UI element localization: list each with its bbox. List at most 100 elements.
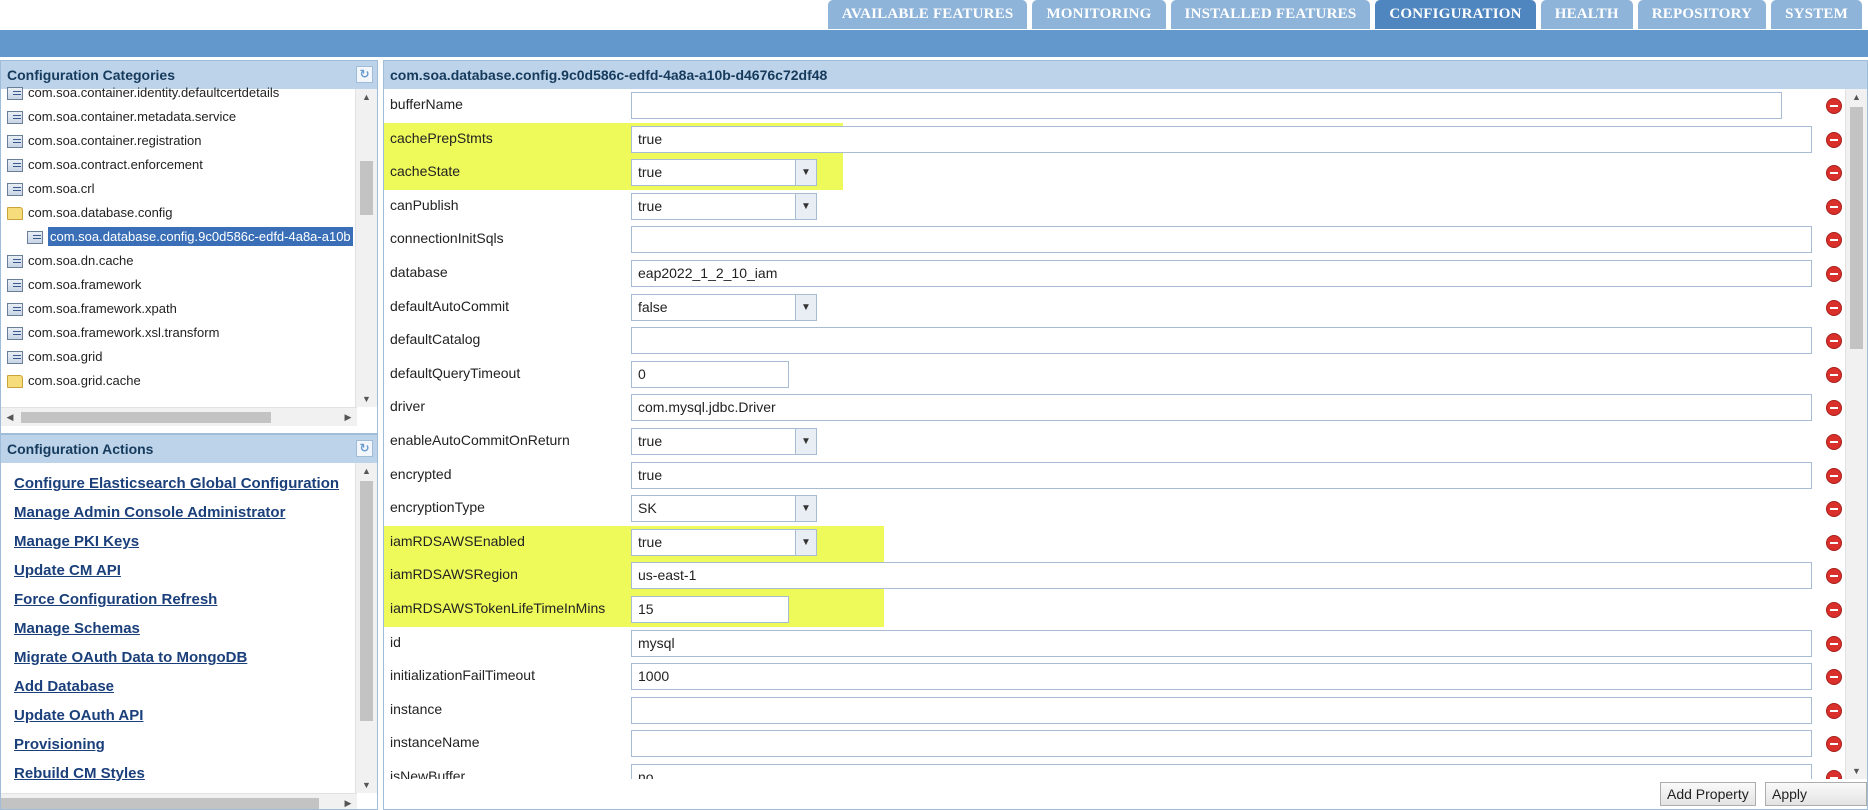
delete-property-icon[interactable] <box>1826 703 1842 719</box>
tree-item[interactable]: com.soa.database.config <box>1 201 357 225</box>
tree-item[interactable]: com.soa.container.identity.defaultcertde… <box>1 81 357 105</box>
action-link[interactable]: Update CM API <box>1 556 357 585</box>
delete-property-icon[interactable] <box>1826 98 1842 114</box>
actions-horizontal-scrollbar[interactable]: ◀ ▶ <box>1 793 357 809</box>
tree-item[interactable]: com.soa.database.config.9c0d586c-edfd-4a… <box>1 225 357 249</box>
scrollbar-thumb[interactable] <box>360 161 373 215</box>
delete-property-icon[interactable] <box>1826 300 1842 316</box>
action-link[interactable]: Provisioning <box>1 730 357 759</box>
chevron-down-icon[interactable]: ▼ <box>795 496 816 521</box>
property-input[interactable]: com.mysql.jdbc.Driver <box>631 394 1812 421</box>
properties-vertical-scrollbar[interactable]: ▲ ▼ <box>1845 89 1867 779</box>
delete-property-icon[interactable] <box>1826 669 1842 685</box>
action-link[interactable]: Configure Elasticsearch Global Configura… <box>1 469 357 498</box>
delete-property-icon[interactable] <box>1826 165 1842 181</box>
add-property-button[interactable]: Add Property <box>1660 782 1756 806</box>
scroll-right-arrow-icon[interactable]: ▶ <box>339 794 357 809</box>
tab-configuration[interactable]: CONFIGURATION <box>1375 0 1536 29</box>
scroll-right-arrow-icon[interactable]: ▶ <box>339 408 357 426</box>
tree-item[interactable]: com.soa.framework <box>1 273 357 297</box>
tree-item[interactable]: com.soa.http.client.connection.manager <box>1 393 357 399</box>
property-input[interactable] <box>631 226 1812 253</box>
property-input[interactable]: 15 <box>631 596 789 623</box>
delete-property-icon[interactable] <box>1826 770 1842 779</box>
property-input[interactable] <box>631 730 1812 757</box>
property-select[interactable]: true ▼ <box>631 529 817 556</box>
delete-property-icon[interactable] <box>1826 568 1842 584</box>
property-select[interactable]: SK ▼ <box>631 495 817 522</box>
tree-item[interactable]: com.soa.crl <box>1 177 357 201</box>
tree-item[interactable]: com.soa.container.registration <box>1 129 357 153</box>
delete-property-icon[interactable] <box>1826 501 1842 517</box>
property-input[interactable]: us-east-1 <box>631 562 1812 589</box>
delete-property-icon[interactable] <box>1826 132 1842 148</box>
delete-property-icon[interactable] <box>1826 199 1842 215</box>
action-link[interactable]: Add Database <box>1 672 357 701</box>
delete-property-icon[interactable] <box>1826 367 1842 383</box>
property-input[interactable]: true <box>631 126 1812 153</box>
tab-available-features[interactable]: AVAILABLE FEATURES <box>827 0 1028 29</box>
scrollbar-thumb[interactable] <box>1850 107 1863 349</box>
tab-system[interactable]: SYSTEM <box>1771 0 1862 29</box>
property-input[interactable]: 1000 <box>631 663 1812 690</box>
delete-property-icon[interactable] <box>1826 535 1842 551</box>
categories-vertical-scrollbar[interactable]: ▲ ▼ <box>355 89 377 407</box>
delete-property-icon[interactable] <box>1826 266 1842 282</box>
scroll-up-arrow-icon[interactable]: ▲ <box>1846 89 1867 105</box>
delete-property-icon[interactable] <box>1826 602 1842 618</box>
chevron-down-icon[interactable]: ▼ <box>795 530 816 555</box>
action-link[interactable]: Manage PKI Keys <box>1 527 357 556</box>
categories-horizontal-scrollbar[interactable]: ◀ ▶ <box>1 407 357 426</box>
delete-property-icon[interactable] <box>1826 232 1842 248</box>
property-input[interactable]: 0 <box>631 361 789 388</box>
property-input[interactable]: eap2022_1_2_10_iam <box>631 260 1812 287</box>
action-link[interactable]: Update OAuth API <box>1 701 357 730</box>
property-select[interactable]: true ▼ <box>631 193 817 220</box>
delete-property-icon[interactable] <box>1826 636 1842 652</box>
actions-vertical-scrollbar[interactable]: ▲ ▼ <box>355 463 377 793</box>
action-link[interactable]: Migrate OAuth Data to MongoDB <box>1 643 357 672</box>
action-link[interactable]: Manage Admin Console Administrator <box>1 498 357 527</box>
property-input[interactable] <box>631 327 1812 354</box>
scrollbar-thumb[interactable] <box>360 481 373 721</box>
chevron-down-icon[interactable]: ▼ <box>795 429 816 454</box>
scroll-down-arrow-icon[interactable]: ▼ <box>356 777 377 793</box>
scrollbar-thumb[interactable] <box>1 798 319 809</box>
delete-property-icon[interactable] <box>1826 434 1842 450</box>
property-input[interactable]: mysql <box>631 630 1812 657</box>
tab-monitoring[interactable]: MONITORING <box>1032 0 1166 29</box>
property-input[interactable]: no <box>631 764 1812 779</box>
property-select[interactable]: true ▼ <box>631 159 817 186</box>
delete-property-icon[interactable] <box>1826 333 1842 349</box>
scroll-left-arrow-icon[interactable]: ◀ <box>1 408 19 426</box>
apply-changes-button[interactable]: Apply Changes <box>1765 782 1867 809</box>
chevron-down-icon[interactable]: ▼ <box>795 295 816 320</box>
scroll-up-arrow-icon[interactable]: ▲ <box>356 89 377 105</box>
scroll-up-arrow-icon[interactable]: ▲ <box>356 463 377 479</box>
scrollbar-thumb[interactable] <box>21 412 271 423</box>
categories-refresh-icon[interactable]: ↻ <box>356 66 373 83</box>
scroll-down-arrow-icon[interactable]: ▼ <box>1846 763 1867 779</box>
delete-property-icon[interactable] <box>1826 468 1842 484</box>
tree-item[interactable]: com.soa.framework.xpath <box>1 297 357 321</box>
chevron-down-icon[interactable]: ▼ <box>795 194 816 219</box>
tree-item[interactable]: com.soa.grid <box>1 345 357 369</box>
tree-item[interactable]: com.soa.grid.cache <box>1 369 357 393</box>
action-link[interactable]: Force Configuration Refresh <box>1 585 357 614</box>
action-link[interactable]: Rebuild CM Styles <box>1 759 357 788</box>
property-input[interactable] <box>631 697 1812 724</box>
actions-refresh-icon[interactable]: ↻ <box>356 440 373 457</box>
delete-property-icon[interactable] <box>1826 736 1842 752</box>
tree-item[interactable]: com.soa.contract.enforcement <box>1 153 357 177</box>
tab-repository[interactable]: REPOSITORY <box>1637 0 1767 29</box>
tree-item[interactable]: com.soa.framework.xsl.transform <box>1 321 357 345</box>
chevron-down-icon[interactable]: ▼ <box>795 160 816 185</box>
tree-item[interactable]: com.soa.dn.cache <box>1 249 357 273</box>
tab-health[interactable]: HEALTH <box>1540 0 1633 29</box>
tree-item[interactable]: com.soa.container.metadata.service <box>1 105 357 129</box>
scroll-down-arrow-icon[interactable]: ▼ <box>356 391 377 407</box>
property-input[interactable] <box>631 92 1782 119</box>
tab-installed-features[interactable]: INSTALLED FEATURES <box>1170 0 1371 29</box>
property-select[interactable]: false ▼ <box>631 294 817 321</box>
action-link[interactable]: Manage Schemas <box>1 614 357 643</box>
